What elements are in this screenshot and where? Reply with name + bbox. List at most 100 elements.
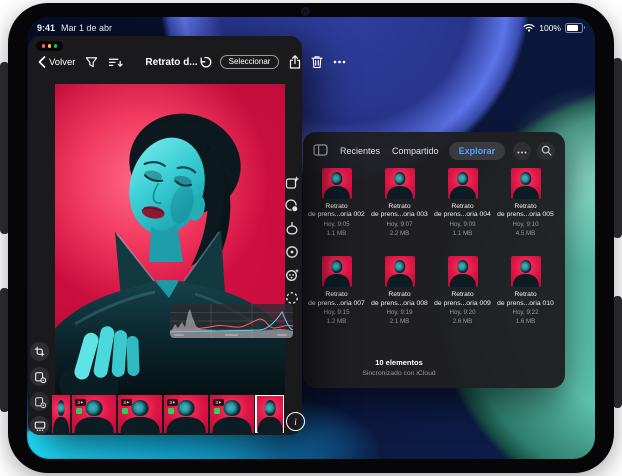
file-date: Hoy, 9:20 [449,309,475,317]
sync-badge [168,408,174,414]
file-item[interactable]: Retratode prens...oria 002 Hoy, 9:05 1.1… [305,168,368,238]
back-label: Volver [49,57,75,68]
filmstrip-thumb[interactable]: 3✦ [164,395,208,433]
trash-icon [311,55,323,69]
ipad-frame: 9:41 Mar 1 de abr 100% [8,3,614,473]
product-shot: 9:41 Mar 1 de abr 100% [0,0,622,476]
file-size: 1.6 MB [516,318,536,326]
tab-recientes[interactable]: Recientes [340,146,380,156]
file-size: 4.5 MB [516,230,536,238]
file-date: Hoy, 9:09 [449,221,475,229]
battery-percent: 100% [539,23,561,33]
photo-canvas[interactable] [55,84,285,395]
file-thumbnail [448,256,478,287]
file-item[interactable]: Retratode prens...oria 010 Hoy, 9:22 1.6… [494,256,557,326]
file-size: 1.1 MB [327,230,347,238]
undo-button[interactable] [198,56,212,69]
edit-badge: 3✦ [213,399,224,414]
share-icon [289,55,301,69]
histogram-panel [170,304,293,338]
file-date: Hoy, 9:22 [512,309,538,317]
file-item[interactable]: Retratode prens...oria 004 Hoy, 9:09 1.1… [431,168,494,238]
search-button[interactable] [537,142,555,160]
file-item[interactable]: Retratode prens...oria 007 Hoy, 9:15 1.2… [305,256,368,326]
editor-toolbar: Volver Retrato d... Seleccionar [28,52,302,72]
delete-button[interactable] [311,55,323,69]
filmstrip-thumb[interactable]: 3✦ [210,395,254,433]
sync-badge [122,408,128,414]
file-item[interactable]: Retratode prens...oria 005 Hoy, 9:10 4.5… [494,168,557,238]
filmstrip-thumb[interactable]: 3✦ [118,395,162,433]
crop-button[interactable] [30,342,49,361]
wallpaper-cyan-glow [27,431,339,459]
document-title: Retrato d... [145,57,197,68]
edit-badge: 3✦ [167,399,178,414]
file-item[interactable]: Retratode prens...oria 003 Hoy, 9:07 2.2… [368,168,431,238]
tab-compartido[interactable]: Compartido [392,146,439,156]
status-bar: 9:41 Mar 1 de abr 100% [37,22,583,34]
filmstrip-thumb[interactable]: 3✦ [72,395,116,433]
info-icon[interactable]: i [286,412,305,431]
lightness-icon[interactable] [284,221,300,237]
sidebar-icon[interactable] [313,144,328,158]
file-date: Hoy, 9:10 [512,221,538,229]
repair-icon[interactable] [284,290,300,306]
green-dot[interactable] [54,44,58,48]
filter-button[interactable] [85,56,98,69]
file-thumbnail [511,168,541,199]
sync-badge [76,408,82,414]
file-item[interactable]: Retratode prens...oria 009 Hoy, 9:20 2.6… [431,256,494,326]
batch-edit-button[interactable] [30,392,49,411]
filmstrip-button[interactable] [30,416,49,435]
tab-explorar[interactable]: Explorar [449,142,506,160]
filmstrip-thumb[interactable] [52,395,70,433]
photo-browser-window: Recientes Compartido Explorar Retratode … [303,132,565,388]
export-button[interactable] [30,367,49,386]
filmstrip: 3✦ 3✦ 3✦ 3✦ [52,395,284,433]
file-thumbnail [385,256,415,287]
clock: 9:41 [37,23,55,33]
file-size: 2.2 MB [390,230,410,238]
share-button[interactable] [289,55,301,69]
file-size: 2.1 MB [390,318,410,326]
keyboard-edge-right-top [613,58,622,238]
file-size: 1.1 MB [453,230,473,238]
browser-toolbar: Recientes Compartido Explorar [303,140,565,162]
filter-icon [85,56,98,69]
file-date: Hoy, 9:19 [386,309,412,317]
chevron-left-icon [38,56,46,68]
more-icon [333,60,346,64]
file-thumbnail [322,256,352,287]
portrait-photo [55,84,285,395]
more-icon [517,146,527,156]
edit-badge: 3✦ [121,399,132,414]
effects-icon[interactable] [284,267,300,283]
file-date: Hoy, 9:15 [323,309,349,317]
more-button[interactable] [513,142,531,160]
ml-enhance-icon[interactable] [284,175,300,191]
file-item[interactable]: Retratode prens...oria 008 Hoy, 9:19 2.1… [368,256,431,326]
select-button[interactable]: Seleccionar [220,55,280,69]
more-button[interactable] [333,60,346,64]
file-thumbnail [511,256,541,287]
red-dot[interactable] [42,44,46,48]
file-size: 1.2 MB [327,318,347,326]
window-controls[interactable] [36,41,63,51]
search-icon [541,145,552,158]
white-balance-icon[interactable] [284,198,300,214]
keyboard-edge-right-bottom [613,296,622,408]
back-button[interactable]: Volver [38,56,75,68]
sort-button[interactable] [108,56,123,69]
wifi-icon [523,23,535,34]
file-date: Hoy, 9:07 [386,221,412,229]
selective-color-icon[interactable] [284,244,300,260]
front-camera [303,9,308,14]
editor-window: Volver Retrato d... Seleccionar [28,36,302,435]
undo-icon [198,56,212,69]
file-thumbnail [385,168,415,199]
date: Mar 1 de abr [61,23,112,33]
sync-badge [214,408,220,414]
filmstrip-thumb-selected[interactable] [256,395,284,433]
item-count: 10 elementos [303,358,495,367]
yellow-dot[interactable] [48,44,52,48]
